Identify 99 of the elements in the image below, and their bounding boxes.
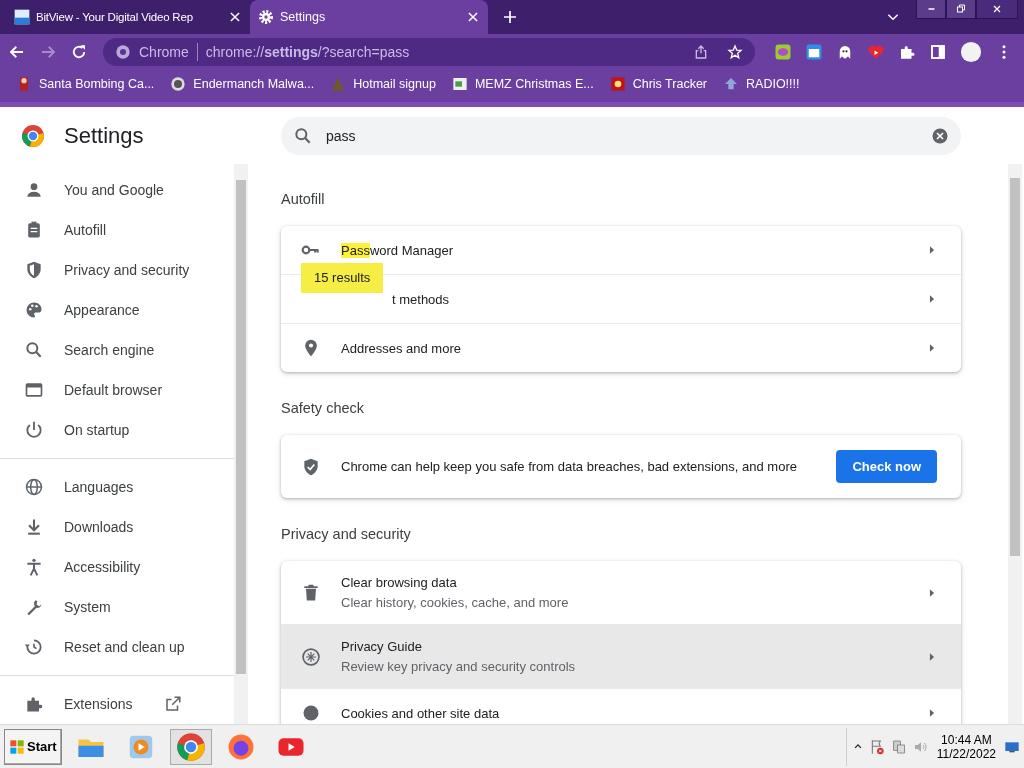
- search-field[interactable]: pass: [281, 116, 961, 155]
- scrollbar[interactable]: [234, 164, 248, 724]
- shield-check-icon: [301, 456, 321, 477]
- browser-window-icon: [24, 380, 44, 400]
- puzzle-icon[interactable]: [898, 43, 916, 61]
- clear-icon[interactable]: [931, 126, 949, 145]
- results-tooltip: 15 results: [301, 263, 384, 293]
- reload-icon[interactable]: [70, 43, 88, 61]
- row-label: Clear browsing data: [341, 575, 458, 590]
- sidebar-item[interactable]: Accessibility: [0, 547, 234, 587]
- row-subtitle: Clear history, cookies, cache, and more: [341, 595, 570, 610]
- extension-icon[interactable]: [774, 43, 792, 61]
- clock-time[interactable]: 10:44 AM: [941, 732, 992, 747]
- check-now-button[interactable]: Check now: [836, 450, 937, 483]
- settings-row[interactable]: Privacy Guide Review key privacy and security controls: [281, 624, 961, 688]
- sidebar-item[interactable]: Search engine: [0, 330, 234, 370]
- sidebar-item[interactable]: Extensions: [0, 684, 234, 724]
- minimize-icon: [927, 8, 935, 10]
- arrow-right-icon: [927, 651, 937, 662]
- browser-tab[interactable]: BitView - Your Digital Video Rep: [6, 0, 250, 34]
- sidebar-item[interactable]: System: [0, 587, 234, 627]
- sidebar-item[interactable]: Reset and clean up: [0, 627, 234, 667]
- search-icon: [24, 340, 44, 360]
- avatar-icon[interactable]: [960, 41, 982, 63]
- row-label: Cookies and other site data: [341, 705, 501, 721]
- start-button[interactable]: Start: [4, 728, 62, 765]
- shield-icon: [24, 260, 44, 280]
- close-icon: [991, 3, 1003, 15]
- site-favicon: [14, 9, 30, 25]
- bookmark-favicon: [723, 76, 740, 92]
- window-button[interactable]: [946, 0, 976, 19]
- sidebar-item[interactable]: On startup: [0, 410, 234, 450]
- arrow-right-icon: [927, 245, 937, 255]
- chrome-icon: [175, 731, 206, 762]
- bookmark-favicon: [170, 76, 187, 92]
- heart-icon[interactable]: [867, 43, 885, 61]
- settings-row[interactable]: Addresses and more: [281, 323, 961, 372]
- row-label: Privacy Guide: [341, 639, 423, 654]
- bookmark[interactable]: Hotmail signup: [330, 76, 436, 92]
- arrow-right-icon: [927, 708, 937, 718]
- compass-icon: [301, 646, 321, 667]
- sidebar-item[interactable]: Appearance: [0, 290, 234, 330]
- palette-icon: [24, 300, 44, 320]
- settings-row[interactable]: Clear browsing data Clear history, cookies, cache, and more: [281, 561, 961, 624]
- calendar-icon[interactable]: [805, 43, 823, 61]
- chrome-icon: [115, 44, 131, 60]
- trash-icon: [301, 582, 321, 603]
- power-icon: [24, 420, 44, 440]
- taskbar-app[interactable]: [169, 728, 212, 765]
- windows-logo-icon: [9, 738, 25, 755]
- history-icon: [24, 637, 44, 657]
- restore-icon: [955, 3, 967, 15]
- new-tab-icon[interactable]: [502, 9, 518, 25]
- close-icon[interactable]: [466, 10, 480, 24]
- globe-icon: [24, 477, 44, 497]
- scrollbar[interactable]: [1008, 164, 1022, 724]
- row-subtitle: Review key privacy and security controls: [341, 659, 577, 674]
- browser-tab[interactable]: Settings: [250, 0, 488, 34]
- bookmark[interactable]: MEMZ Christmas E...: [451, 76, 594, 92]
- back-icon[interactable]: [8, 43, 26, 61]
- search-icon: [293, 125, 313, 146]
- section-heading: Autofill: [281, 191, 326, 207]
- share-icon[interactable]: [693, 44, 709, 60]
- forward-icon[interactable]: [39, 43, 57, 61]
- section-heading: Privacy and security: [281, 526, 412, 542]
- chrome-logo: [21, 123, 45, 148]
- bookmark[interactable]: Santa Bombing Ca...: [16, 76, 155, 92]
- wrench-icon: [24, 597, 44, 617]
- sidebar-item[interactable]: Languages: [0, 467, 234, 507]
- sidebar-item[interactable]: You and Google: [0, 170, 234, 210]
- star-icon[interactable]: [727, 44, 743, 60]
- sidebar-item[interactable]: Default browser: [0, 370, 234, 410]
- clock-date[interactable]: 11/22/2022: [936, 746, 996, 761]
- bookmark-favicon: [451, 76, 468, 92]
- row-label: Addresses and more: [341, 340, 462, 356]
- sidebar-item[interactable]: Privacy and security: [0, 250, 234, 290]
- bookmark[interactable]: RADIO!!!!: [723, 76, 800, 92]
- arrow-right-icon: [927, 343, 937, 353]
- side-panel-icon[interactable]: [929, 43, 947, 61]
- bookmark-favicon: [609, 76, 626, 92]
- bookmark[interactable]: Chris Tracker: [609, 76, 708, 92]
- puzzle-icon: [24, 694, 44, 714]
- arrow-right-icon: [927, 587, 937, 598]
- arrow-right-icon: [927, 294, 937, 304]
- person-icon: [24, 180, 44, 200]
- network-icon[interactable]: [890, 738, 907, 755]
- section-heading: Safety check: [281, 400, 365, 416]
- row-label: t methods: [392, 291, 451, 307]
- settings-icon: [258, 9, 274, 25]
- sidebar-item[interactable]: Autofill: [0, 210, 234, 250]
- bookmark-favicon: [330, 76, 347, 92]
- close-icon[interactable]: [228, 10, 242, 24]
- external-link-icon: [164, 695, 183, 713]
- page-title: Settings: [64, 122, 144, 149]
- bookmark[interactable]: Endermanch Malwa...: [170, 76, 315, 92]
- sidebar-item[interactable]: Downloads: [0, 507, 234, 547]
- description-text: Chrome can help keep you safe from data breaches, bad extensions, and more: [341, 459, 798, 474]
- address-bar[interactable]: Chrome chrome://settings/?search=pass: [103, 38, 755, 66]
- accessibility-icon: [24, 557, 44, 577]
